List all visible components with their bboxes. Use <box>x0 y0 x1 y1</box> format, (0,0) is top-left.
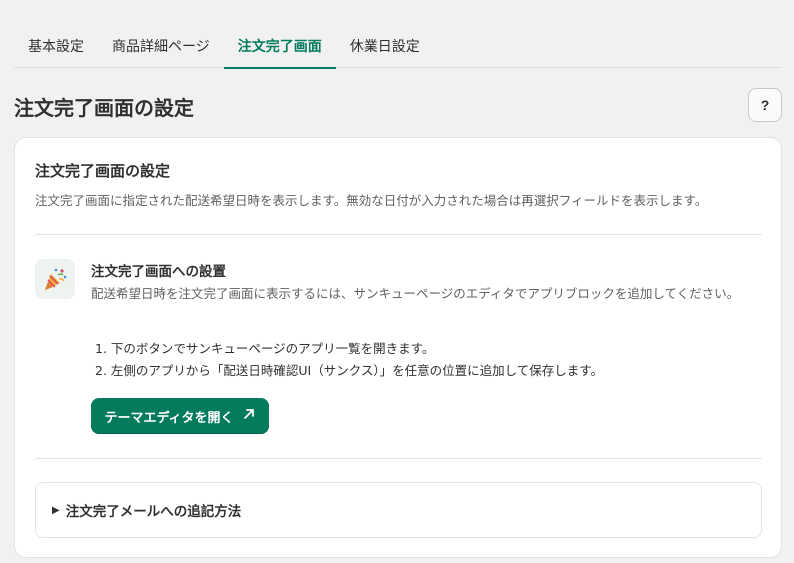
party-popper-icon <box>35 259 75 299</box>
card-title: 注文完了画面の設定 <box>35 162 171 180</box>
tab-holiday-settings[interactable]: 休業日設定 <box>336 24 434 68</box>
list-item: 2. 左側のアプリから「配送日時確認UI（サンクス）」を任意の位置に追加して保存… <box>95 363 603 378</box>
divider <box>35 458 762 459</box>
disclosure-label: 注文完了メールへの追記方法 <box>65 504 242 520</box>
external-arrow-icon <box>242 407 256 425</box>
button-label: テーマエディタを開く <box>104 410 234 426</box>
section-title: 注文完了画面への設置 <box>91 264 226 280</box>
section-description: 配送希望日時を注文完了画面に表示するには、サンキューページのエディタでアプリブロ… <box>91 286 740 301</box>
tab-product-detail-page[interactable]: 商品詳細ページ <box>98 24 224 68</box>
tab-basic-settings[interactable]: 基本設定 <box>14 24 98 68</box>
tab-bar: 基本設定 商品詳細ページ 注文完了画面 休業日設定 <box>14 24 782 69</box>
email-instructions-disclosure[interactable]: ▶ 注文完了メールへの追記方法 <box>35 482 762 538</box>
list-item: 1. 下のボタンでサンキューページのアプリ一覧を開きます。 <box>95 341 435 356</box>
disclosure-triangle-icon: ▶ <box>52 504 60 516</box>
steps-list: 1. 下のボタンでサンキューページのアプリ一覧を開きます。 2. 左側のアプリか… <box>95 338 603 382</box>
page-title: 注文完了画面の設定 <box>14 96 194 120</box>
settings-card: 注文完了画面の設定 注文完了画面に指定された配送希望日時を表示します。無効な日付… <box>14 137 782 558</box>
help-button[interactable]: ? <box>748 88 782 122</box>
tab-order-complete[interactable]: 注文完了画面 <box>223 24 336 69</box>
card-description: 注文完了画面に指定された配送希望日時を表示します。無効な日付が入力された場合は再… <box>35 193 708 208</box>
divider <box>35 234 762 235</box>
open-theme-editor-button[interactable]: テーマエディタを開く <box>91 398 269 434</box>
